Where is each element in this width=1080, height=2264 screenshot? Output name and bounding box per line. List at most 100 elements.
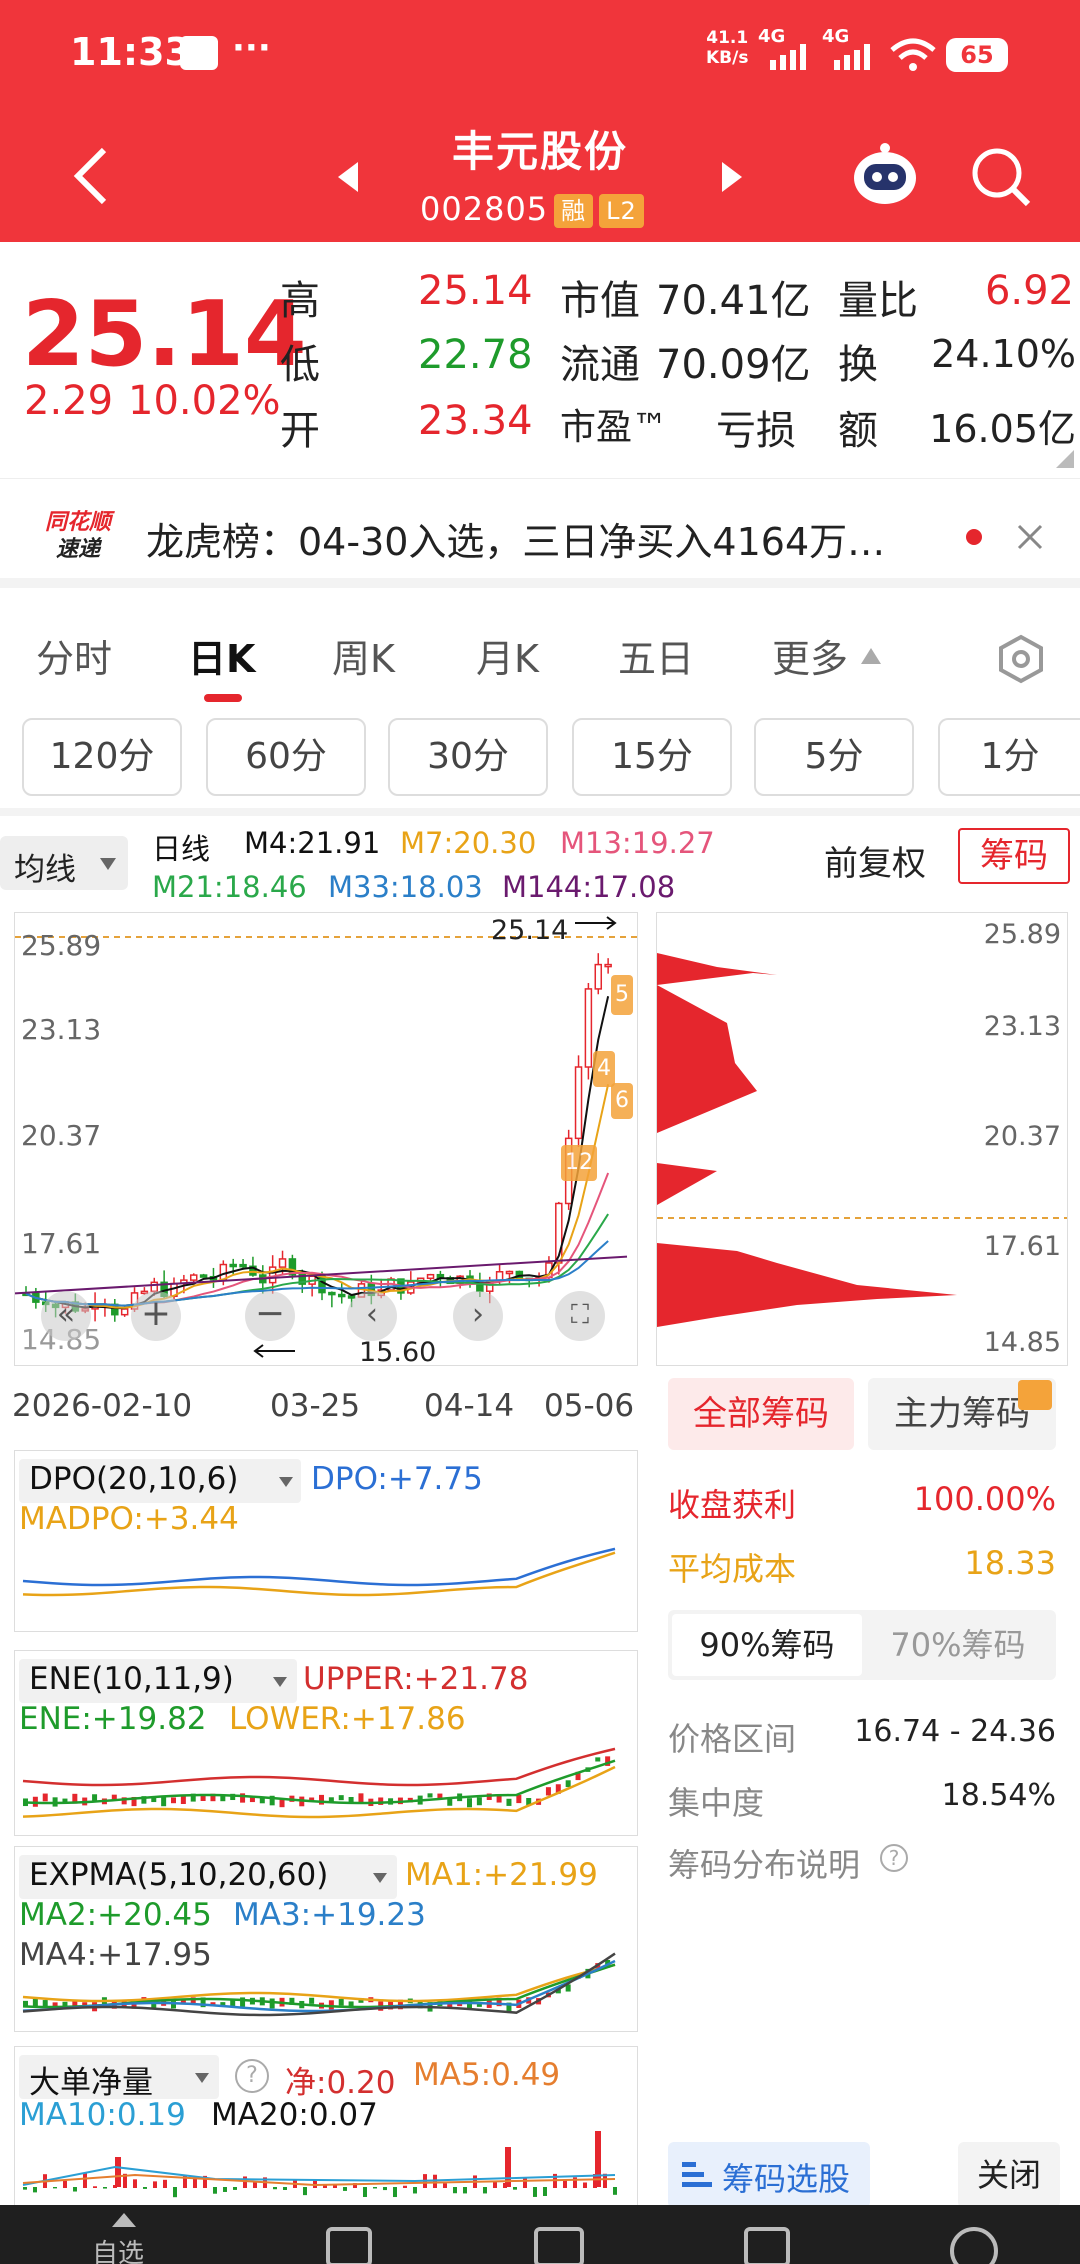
expand-corner-icon[interactable] <box>1056 450 1074 468</box>
bottom-navigation: 自选 <box>0 2205 1080 2264</box>
chips-button[interactable]: 筹码 <box>958 828 1070 884</box>
margin-tag: 融 <box>554 194 594 228</box>
news-ticker[interactable]: 同花顺 速递 龙虎榜：04-30入选，三日净买入4164万… <box>0 478 1080 588</box>
volume-bar <box>363 2187 367 2198</box>
price-range-label: 价格区间 <box>668 1720 797 1758</box>
signal-icon-2 <box>834 44 870 70</box>
nav-more-icon[interactable] <box>950 2227 998 2264</box>
expma-panel[interactable]: EXPMA(5,10,20,60) MA1:+21.99 MA2:+20.45 … <box>14 1846 638 2032</box>
nav-news-icon[interactable] <box>326 2227 372 2264</box>
scroll-left-icon[interactable]: ‹ <box>347 1291 397 1341</box>
ma-period-label: 日线 <box>152 832 211 866</box>
candle-mini <box>506 1798 512 1806</box>
zoom-out-icon[interactable]: − <box>245 1291 295 1341</box>
help-icon[interactable]: ? <box>880 1844 908 1872</box>
nav-trade-icon[interactable] <box>744 2227 790 2264</box>
ma-selector[interactable]: 均线 <box>0 836 128 890</box>
low-label: 低 <box>280 342 320 388</box>
ma-line <box>25 996 610 1310</box>
volume-bar <box>403 2185 407 2188</box>
volume-bar <box>563 2180 567 2188</box>
period-120m[interactable]: 120分 <box>22 718 182 796</box>
chip-distribution-chart[interactable]: 25.89 23.13 20.37 17.61 14.85 <box>656 912 1068 1366</box>
candle-mini <box>338 1795 344 1801</box>
close-chips-button[interactable]: 关闭 <box>958 2142 1060 2208</box>
candle-mini <box>427 1793 433 1798</box>
min-price-marker: 15.60 <box>359 1337 437 1368</box>
avg-cost-value: 18.33 <box>964 1544 1056 1582</box>
period-5m[interactable]: 5分 <box>754 718 914 796</box>
big-order-panel[interactable]: 大单净量 ? 净:0.20 MA5:0.49 MA10:0.19 MA20:0.… <box>14 2046 638 2206</box>
concentration-value: 18.54% <box>941 1778 1056 1813</box>
divider <box>0 808 1080 816</box>
candle-body <box>426 1273 435 1280</box>
nav-add-icon[interactable] <box>534 2227 584 2264</box>
list-icon <box>682 2162 712 2187</box>
settings-hexagon-icon[interactable] <box>996 634 1046 684</box>
tab-weekly-k[interactable]: 周K <box>332 628 395 683</box>
period-30m[interactable]: 30分 <box>388 718 548 796</box>
adjust-forward-toggle[interactable]: 前复权 <box>824 836 926 885</box>
robot-assistant-icon[interactable] <box>852 142 918 206</box>
volume-bar <box>383 2187 387 2191</box>
volume-bar <box>73 2187 77 2192</box>
ene-panel[interactable]: ENE(10,11,9) UPPER:+21.78 ENE:+19.82 LOW… <box>14 1650 638 1836</box>
tab-intraday[interactable]: 分时 <box>36 628 112 683</box>
tab-all-chips[interactable]: 全部筹码 <box>668 1378 854 1450</box>
option-90-percent[interactable]: 90%筹码 <box>672 1614 862 1676</box>
volume-bar <box>243 2176 247 2188</box>
ma-m21: M21:18.46 <box>152 870 307 904</box>
period-15m[interactable]: 15分 <box>572 718 732 796</box>
zoom-in-icon[interactable]: + <box>131 1291 181 1341</box>
signal-icon <box>770 44 806 70</box>
min-arrow <box>253 1344 295 1358</box>
tab-five-day[interactable]: 五日 <box>618 628 694 683</box>
avg-cost-label: 平均成本 <box>668 1550 797 1588</box>
next-stock-icon[interactable] <box>720 160 744 194</box>
candle-mini <box>328 2000 334 2010</box>
tab-more[interactable]: 更多 <box>772 628 848 683</box>
expma-svg <box>22 1952 616 2017</box>
candle-mini <box>319 1794 324 1805</box>
nav-watchlist[interactable]: 自选 <box>92 2233 144 2264</box>
search-icon[interactable] <box>970 146 1032 208</box>
scroll-right-icon[interactable]: › <box>453 1291 503 1341</box>
limit-up-badge: 4 <box>593 1051 615 1087</box>
volume-bar <box>523 2178 527 2188</box>
close-icon[interactable] <box>1016 523 1044 551</box>
candle-body <box>278 1258 287 1268</box>
candle-body <box>120 1308 129 1316</box>
candle-body <box>337 1293 346 1298</box>
period-1m[interactable]: 1分 <box>938 718 1080 796</box>
volume-bar <box>223 2187 227 2192</box>
volume-bar <box>533 2187 537 2197</box>
kline-chart[interactable]: 25.89 23.13 20.37 17.61 14.85 25.14 15.6… <box>14 912 638 1368</box>
candle-body <box>604 963 612 968</box>
price-change: 2.29 <box>24 378 114 424</box>
candle-mini <box>358 1793 364 1803</box>
volume-bar <box>393 2187 397 2198</box>
period-60m[interactable]: 60分 <box>206 718 366 796</box>
rewind-icon[interactable]: « <box>41 1291 91 1341</box>
chip-y-label: 25.89 <box>983 919 1061 950</box>
ma-m4: M4:21.91 <box>244 826 381 860</box>
kline-svg[interactable] <box>14 913 637 1365</box>
dpo-panel[interactable]: DPO(20,10,6) DPO:+7.75 MADPO:+3.44 <box>14 1450 638 1632</box>
low-value: 22.78 <box>418 332 533 378</box>
l2-tag: L2 <box>599 194 644 228</box>
chart-tabs: 分时 日K 周K 月K 五日 更多 <box>0 608 1080 708</box>
fullscreen-icon[interactable]: ⛶ <box>555 1291 605 1341</box>
candle-body <box>189 1274 198 1281</box>
volume-bar <box>583 2182 587 2188</box>
stock-name: 丰元股份 <box>451 127 628 176</box>
profit-ratio-value: 100.00% <box>913 1480 1056 1518</box>
more-dots-icon: ··· <box>232 28 271 68</box>
tab-monthly-k[interactable]: 月K <box>476 628 539 683</box>
volume-bar <box>163 2179 167 2188</box>
chip-explain-link[interactable]: 筹码分布说明 <box>668 1840 860 1886</box>
high-value: 25.14 <box>418 268 533 314</box>
option-70-percent[interactable]: 70%筹码 <box>864 1614 1052 1676</box>
profit-ratio-label: 收盘获利 <box>668 1486 797 1524</box>
chip-stock-select-button[interactable]: 筹码选股 <box>668 2142 870 2208</box>
tab-daily-k[interactable]: 日K <box>188 628 255 683</box>
